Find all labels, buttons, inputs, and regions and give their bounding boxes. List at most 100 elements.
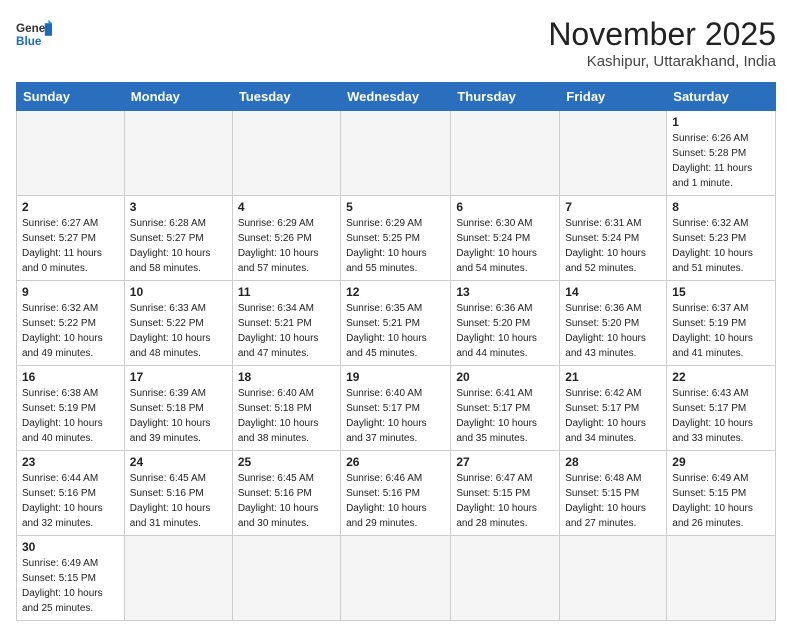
calendar-cell: 20 Sunrise: 6:41 AM Sunset: 5:17 PM Dayli…: [451, 366, 560, 451]
week-row-2: 2Sunrise: 6:27 AM Sunset: 5:27 PM Daylig…: [17, 196, 776, 281]
day-info: Sunrise: 6:34 AM Sunset: 5:21 PM Dayligh…: [238, 301, 335, 361]
day-number: 9: [22, 285, 119, 299]
calendar-cell: [451, 536, 560, 621]
day-number: 3: [130, 200, 227, 214]
calendar-cell: [124, 111, 232, 196]
day-number: 5: [346, 200, 445, 214]
calendar-cell: 25 Sunrise: 6:45 AM Sunset: 5:16 PM Dayli…: [232, 451, 340, 536]
logo-icon: General Blue: [16, 16, 52, 52]
calendar-cell: 8 Sunrise: 6:32 AM Sunset: 5:23 PM Daylig…: [667, 196, 776, 281]
day-info: Sunrise: 6:47 AM Sunset: 5:15 PM Dayligh…: [456, 471, 554, 531]
day-number: 16: [22, 370, 119, 384]
day-number: 30: [22, 540, 119, 554]
day-info: Sunrise: 6:32 AM Sunset: 5:23 PM Dayligh…: [672, 216, 770, 276]
calendar-cell: 26 Sunrise: 6:46 AM Sunset: 5:16 PM Dayli…: [341, 451, 451, 536]
day-number: 24: [130, 455, 227, 469]
calendar-cell: [560, 111, 667, 196]
calendar: SundayMondayTuesdayWednesdayThursdayFrid…: [16, 82, 776, 621]
day-number: 26: [346, 455, 445, 469]
day-info: Sunrise: 6:42 AM Sunset: 5:17 PM Dayligh…: [565, 386, 661, 446]
week-row-5: 23Sunrise: 6:44 AM Sunset: 5:16 PM Dayli…: [17, 451, 776, 536]
day-number: 8: [672, 200, 770, 214]
day-info: Sunrise: 6:41 AM Sunset: 5:17 PM Dayligh…: [456, 386, 554, 446]
calendar-cell: 17Sunrise: 6:39 AM Sunset: 5:18 PM Dayli…: [124, 366, 232, 451]
weekday-header-row: SundayMondayTuesdayWednesdayThursdayFrid…: [17, 83, 776, 111]
day-info: Sunrise: 6:45 AM Sunset: 5:16 PM Dayligh…: [130, 471, 227, 531]
calendar-cell: 10 Sunrise: 6:33 AM Sunset: 5:22 PM Dayli…: [124, 281, 232, 366]
calendar-cell: 7 Sunrise: 6:31 AM Sunset: 5:24 PM Daylig…: [560, 196, 667, 281]
day-info: Sunrise: 6:26 AM Sunset: 5:28 PM Dayligh…: [672, 131, 770, 191]
day-info: Sunrise: 6:49 AM Sunset: 5:15 PM Dayligh…: [22, 556, 119, 616]
calendar-cell: 4Sunrise: 6:29 AM Sunset: 5:26 PM Daylig…: [232, 196, 340, 281]
day-info: Sunrise: 6:32 AM Sunset: 5:22 PM Dayligh…: [22, 301, 119, 361]
calendar-cell: 18 Sunrise: 6:40 AM Sunset: 5:18 PM Dayli…: [232, 366, 340, 451]
calendar-cell: [341, 111, 451, 196]
day-info: Sunrise: 6:29 AM Sunset: 5:25 PM Dayligh…: [346, 216, 445, 276]
day-info: Sunrise: 6:36 AM Sunset: 5:20 PM Dayligh…: [565, 301, 661, 361]
day-number: 17: [130, 370, 227, 384]
day-info: Sunrise: 6:28 AM Sunset: 5:27 PM Dayligh…: [130, 216, 227, 276]
calendar-cell: 9 Sunrise: 6:32 AM Sunset: 5:22 PM Daylig…: [17, 281, 125, 366]
calendar-cell: 21 Sunrise: 6:42 AM Sunset: 5:17 PM Dayli…: [560, 366, 667, 451]
calendar-cell: 13Sunrise: 6:36 AM Sunset: 5:20 PM Dayli…: [451, 281, 560, 366]
day-number: 23: [22, 455, 119, 469]
calendar-cell: 5 Sunrise: 6:29 AM Sunset: 5:25 PM Daylig…: [341, 196, 451, 281]
calendar-cell: 24 Sunrise: 6:45 AM Sunset: 5:16 PM Dayli…: [124, 451, 232, 536]
day-number: 18: [238, 370, 335, 384]
weekday-header-tuesday: Tuesday: [232, 83, 340, 111]
calendar-cell: [232, 111, 340, 196]
day-info: Sunrise: 6:45 AM Sunset: 5:16 PM Dayligh…: [238, 471, 335, 531]
calendar-cell: [232, 536, 340, 621]
title-area: November 2025 Kashipur, Uttarakhand, Ind…: [548, 16, 776, 70]
week-row-1: 1 Sunrise: 6:26 AM Sunset: 5:28 PM Daylig…: [17, 111, 776, 196]
day-number: 25: [238, 455, 335, 469]
calendar-cell: [451, 111, 560, 196]
day-number: 13: [456, 285, 554, 299]
day-number: 21: [565, 370, 661, 384]
calendar-cell: 28Sunrise: 6:48 AM Sunset: 5:15 PM Dayli…: [560, 451, 667, 536]
calendar-cell: [124, 536, 232, 621]
day-info: Sunrise: 6:40 AM Sunset: 5:18 PM Dayligh…: [238, 386, 335, 446]
day-number: 29: [672, 455, 770, 469]
month-title: November 2025: [548, 16, 776, 53]
day-number: 2: [22, 200, 119, 214]
header: General Blue November 2025 Kashipur, Utt…: [16, 16, 776, 70]
calendar-cell: 11 Sunrise: 6:34 AM Sunset: 5:21 PM Dayli…: [232, 281, 340, 366]
day-info: Sunrise: 6:30 AM Sunset: 5:24 PM Dayligh…: [456, 216, 554, 276]
day-number: 10: [130, 285, 227, 299]
calendar-cell: 30 Sunrise: 6:49 AM Sunset: 5:15 PM Dayli…: [17, 536, 125, 621]
calendar-cell: 29 Sunrise: 6:49 AM Sunset: 5:15 PM Dayli…: [667, 451, 776, 536]
week-row-3: 9 Sunrise: 6:32 AM Sunset: 5:22 PM Daylig…: [17, 281, 776, 366]
weekday-header-sunday: Sunday: [17, 83, 125, 111]
calendar-cell: 12Sunrise: 6:35 AM Sunset: 5:21 PM Dayli…: [341, 281, 451, 366]
weekday-header-friday: Friday: [560, 83, 667, 111]
calendar-cell: [560, 536, 667, 621]
day-info: Sunrise: 6:37 AM Sunset: 5:19 PM Dayligh…: [672, 301, 770, 361]
location-title: Kashipur, Uttarakhand, India: [548, 53, 776, 70]
weekday-header-wednesday: Wednesday: [341, 83, 451, 111]
day-number: 22: [672, 370, 770, 384]
day-info: Sunrise: 6:35 AM Sunset: 5:21 PM Dayligh…: [346, 301, 445, 361]
day-number: 1: [672, 115, 770, 129]
day-info: Sunrise: 6:43 AM Sunset: 5:17 PM Dayligh…: [672, 386, 770, 446]
day-info: Sunrise: 6:46 AM Sunset: 5:16 PM Dayligh…: [346, 471, 445, 531]
day-info: Sunrise: 6:33 AM Sunset: 5:22 PM Dayligh…: [130, 301, 227, 361]
calendar-cell: 19 Sunrise: 6:40 AM Sunset: 5:17 PM Dayli…: [341, 366, 451, 451]
calendar-cell: 22 Sunrise: 6:43 AM Sunset: 5:17 PM Dayli…: [667, 366, 776, 451]
day-number: 7: [565, 200, 661, 214]
calendar-cell: 23Sunrise: 6:44 AM Sunset: 5:16 PM Dayli…: [17, 451, 125, 536]
calendar-cell: 3 Sunrise: 6:28 AM Sunset: 5:27 PM Daylig…: [124, 196, 232, 281]
calendar-cell: [667, 536, 776, 621]
day-number: 20: [456, 370, 554, 384]
calendar-cell: 6Sunrise: 6:30 AM Sunset: 5:24 PM Daylig…: [451, 196, 560, 281]
day-number: 14: [565, 285, 661, 299]
weekday-header-monday: Monday: [124, 83, 232, 111]
day-number: 19: [346, 370, 445, 384]
day-info: Sunrise: 6:40 AM Sunset: 5:17 PM Dayligh…: [346, 386, 445, 446]
calendar-cell: 14 Sunrise: 6:36 AM Sunset: 5:20 PM Dayli…: [560, 281, 667, 366]
calendar-cell: 16Sunrise: 6:38 AM Sunset: 5:19 PM Dayli…: [17, 366, 125, 451]
calendar-cell: 15Sunrise: 6:37 AM Sunset: 5:19 PM Dayli…: [667, 281, 776, 366]
day-info: Sunrise: 6:31 AM Sunset: 5:24 PM Dayligh…: [565, 216, 661, 276]
day-info: Sunrise: 6:49 AM Sunset: 5:15 PM Dayligh…: [672, 471, 770, 531]
day-number: 11: [238, 285, 335, 299]
